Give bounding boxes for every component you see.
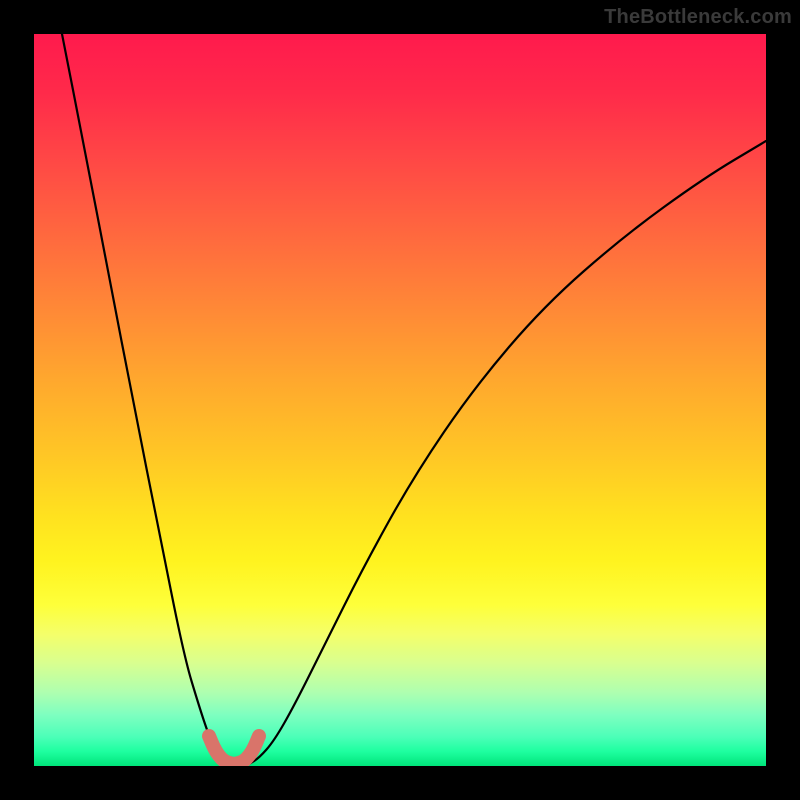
watermark-text: TheBottleneck.com	[604, 6, 792, 29]
chart-frame: TheBottleneck.com	[0, 0, 800, 800]
minimum-marker	[209, 736, 259, 764]
curve-left-branch	[62, 34, 234, 764]
curve-right-branch	[249, 141, 766, 764]
plot-area	[34, 34, 766, 766]
curve-layer	[34, 34, 766, 766]
